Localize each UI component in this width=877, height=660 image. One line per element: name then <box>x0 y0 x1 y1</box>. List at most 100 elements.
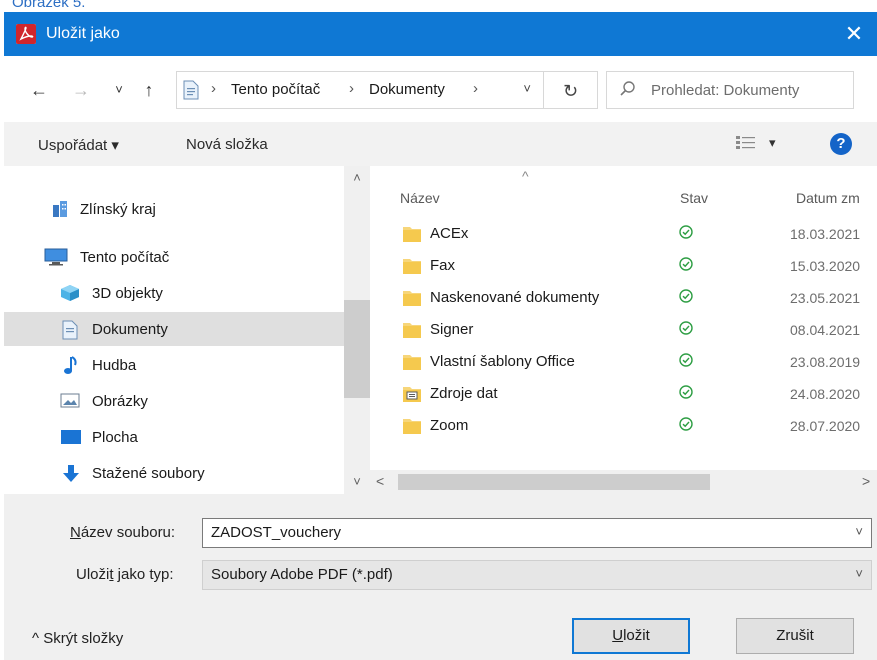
file-type-select[interactable]: Soubory Adobe PDF (*.pdf) ˅ <box>202 560 872 590</box>
filename-value: ZADOST_vouchery <box>211 524 342 541</box>
address-dropdown-button[interactable]: ˅ <box>523 81 531 96</box>
sidebar-item-label: Stažené soubory <box>92 465 205 482</box>
file-name: Zoom <box>430 417 469 434</box>
file-name: Naskenované dokumenty <box>430 289 600 306</box>
refresh-button[interactable]: ↻ <box>544 71 598 109</box>
sidebar-item-label: Dokumenty <box>92 321 168 338</box>
filename-label: Název souboru: <box>70 524 176 541</box>
pictures-icon <box>60 392 80 410</box>
file-type-dropdown-button[interactable]: ˅ <box>855 566 863 581</box>
file-row[interactable]: Signer 08.04.2021 <box>370 314 877 346</box>
breadcrumb-this-pc[interactable]: Tento počítač <box>231 81 320 98</box>
save-as-dialog: Uložit jako ✕ ← → ˅ ↑ › Tento počítač › … <box>4 12 877 660</box>
folder-icon <box>402 416 422 436</box>
sidebar-item-downloads[interactable]: Stažené soubory <box>4 456 344 490</box>
sidebar-item-pictures[interactable]: Obrázky <box>4 384 344 418</box>
forward-button[interactable]: → <box>68 78 94 102</box>
adobe-pdf-icon <box>16 24 36 44</box>
help-button[interactable]: ? <box>830 133 852 155</box>
sidebar-item-this-pc[interactable]: Tento počítač <box>4 240 344 274</box>
breadcrumb-documents[interactable]: Dokumenty <box>369 81 445 98</box>
view-details-icon <box>735 134 757 156</box>
scroll-left-arrow[interactable]: < <box>376 473 384 489</box>
new-folder-button[interactable]: Nová složka <box>186 136 268 153</box>
sidebar-item-desktop[interactable]: Plocha <box>4 420 344 454</box>
computer-icon <box>44 248 68 266</box>
breadcrumb-separator: › <box>473 80 478 97</box>
sidebar-item-label: Hudba <box>92 357 137 374</box>
date-modified: 24.08.2020 <box>790 386 861 402</box>
file-row[interactable]: Zoom 28.07.2020 <box>370 410 877 442</box>
up-button[interactable]: ↑ <box>136 78 162 102</box>
folder-icon <box>402 224 422 244</box>
scrollbar-thumb[interactable] <box>398 474 710 490</box>
scroll-right-arrow[interactable]: > <box>862 473 870 489</box>
search-box[interactable]: Prohledat: Dokumenty <box>606 71 854 109</box>
figure-caption: Obrázek 5. <box>12 0 86 11</box>
file-name: Fax <box>430 257 456 274</box>
download-icon <box>62 464 82 482</box>
date-modified: 08.04.2021 <box>790 322 861 338</box>
file-row[interactable]: Fax 15.03.2020 <box>370 250 877 282</box>
breadcrumb-separator: › <box>349 80 354 97</box>
save-options-panel: Název souboru: ZADOST_vouchery ˅ Uložit … <box>4 494 877 660</box>
scroll-up-arrow[interactable]: ˄ <box>344 170 370 185</box>
document-icon <box>62 320 82 340</box>
column-header-name[interactable]: Název <box>400 190 440 206</box>
scroll-down-arrow[interactable]: ˅ <box>344 474 370 489</box>
sort-ascending-icon: ^ <box>522 168 529 184</box>
file-name: ACEx <box>430 225 469 242</box>
scrollbar-thumb[interactable] <box>344 300 370 398</box>
recent-locations-button[interactable]: ˅ <box>106 78 132 102</box>
column-header-status[interactable]: Stav <box>680 190 708 206</box>
sync-status-icon <box>678 288 694 304</box>
file-list-pane: ^ Název Stav Datum zm ACEx 18.03.2021 Fax 1… <box>370 166 877 494</box>
sync-status-icon <box>678 384 694 400</box>
sync-status-icon <box>678 352 694 368</box>
address-bar[interactable]: › Tento počítač › Dokumenty › ˅ <box>176 71 544 109</box>
date-modified: 18.03.2021 <box>790 226 861 242</box>
desktop-icon <box>60 428 81 446</box>
navigation-bar: ← → ˅ ↑ › Tento počítač › Dokumenty › ˅ … <box>4 56 877 122</box>
breadcrumb-separator: › <box>211 80 216 97</box>
hide-folders-button[interactable]: ^ Skrýt složky <box>32 630 123 647</box>
sidebar-item-documents[interactable]: Dokumenty <box>4 312 344 346</box>
column-header-date-modified[interactable]: Datum zm <box>796 190 860 206</box>
file-list-horizontal-scrollbar[interactable]: < > <box>370 470 877 494</box>
sidebar-item-label: Plocha <box>92 429 138 446</box>
sidebar-item-3d-objects[interactable]: 3D objekty <box>4 276 344 310</box>
folder-icon <box>402 256 422 276</box>
file-row[interactable]: ACEx 18.03.2021 <box>370 218 877 250</box>
save-button[interactable]: Uložit <box>572 618 690 654</box>
folder-icon <box>402 320 422 340</box>
sidebar-item-music[interactable]: Hudba <box>4 348 344 382</box>
file-name: Vlastní šablony Office <box>430 353 575 370</box>
search-placeholder: Prohledat: Dokumenty <box>651 82 800 99</box>
file-row[interactable]: Zdroje dat 24.08.2020 <box>370 378 877 410</box>
change-view-button[interactable]: ▾ <box>735 134 795 154</box>
folder-icon <box>402 288 422 308</box>
file-row[interactable]: Naskenované dokumenty 23.05.2021 <box>370 282 877 314</box>
back-button[interactable]: ← <box>26 78 52 102</box>
window-title: Uložit jako <box>46 25 120 42</box>
close-button[interactable]: ✕ <box>831 12 877 56</box>
file-row[interactable]: Vlastní šablony Office 23.08.2019 <box>370 346 877 378</box>
date-modified: 15.03.2020 <box>790 258 861 274</box>
file-name: Zdroje dat <box>430 385 498 402</box>
building-icon <box>52 200 72 218</box>
file-type-value: Soubory Adobe PDF (*.pdf) <box>211 566 393 583</box>
file-type-label: Uložit jako typ: <box>76 566 174 583</box>
music-note-icon <box>62 356 82 374</box>
cancel-button[interactable]: Zrušit <box>736 618 854 654</box>
sidebar-item-zlinsky-kraj[interactable]: Zlínský kraj <box>4 192 344 226</box>
navigation-pane-scrollbar[interactable]: ˄ ˅ <box>344 166 370 494</box>
navigation-pane: Zlínský kraj Tento počítač 3D objekty Do… <box>4 166 370 494</box>
filename-input[interactable]: ZADOST_vouchery ˅ <box>202 518 872 548</box>
date-modified: 28.07.2020 <box>790 418 861 434</box>
filename-dropdown-button[interactable]: ˅ <box>855 524 863 539</box>
date-modified: 23.08.2019 <box>790 354 861 370</box>
sync-status-icon <box>678 256 694 272</box>
sidebar-item-label: Tento počítač <box>80 249 170 266</box>
data-source-folder-icon <box>402 384 422 404</box>
organize-menu[interactable]: Uspořádat ▾ <box>38 136 119 154</box>
